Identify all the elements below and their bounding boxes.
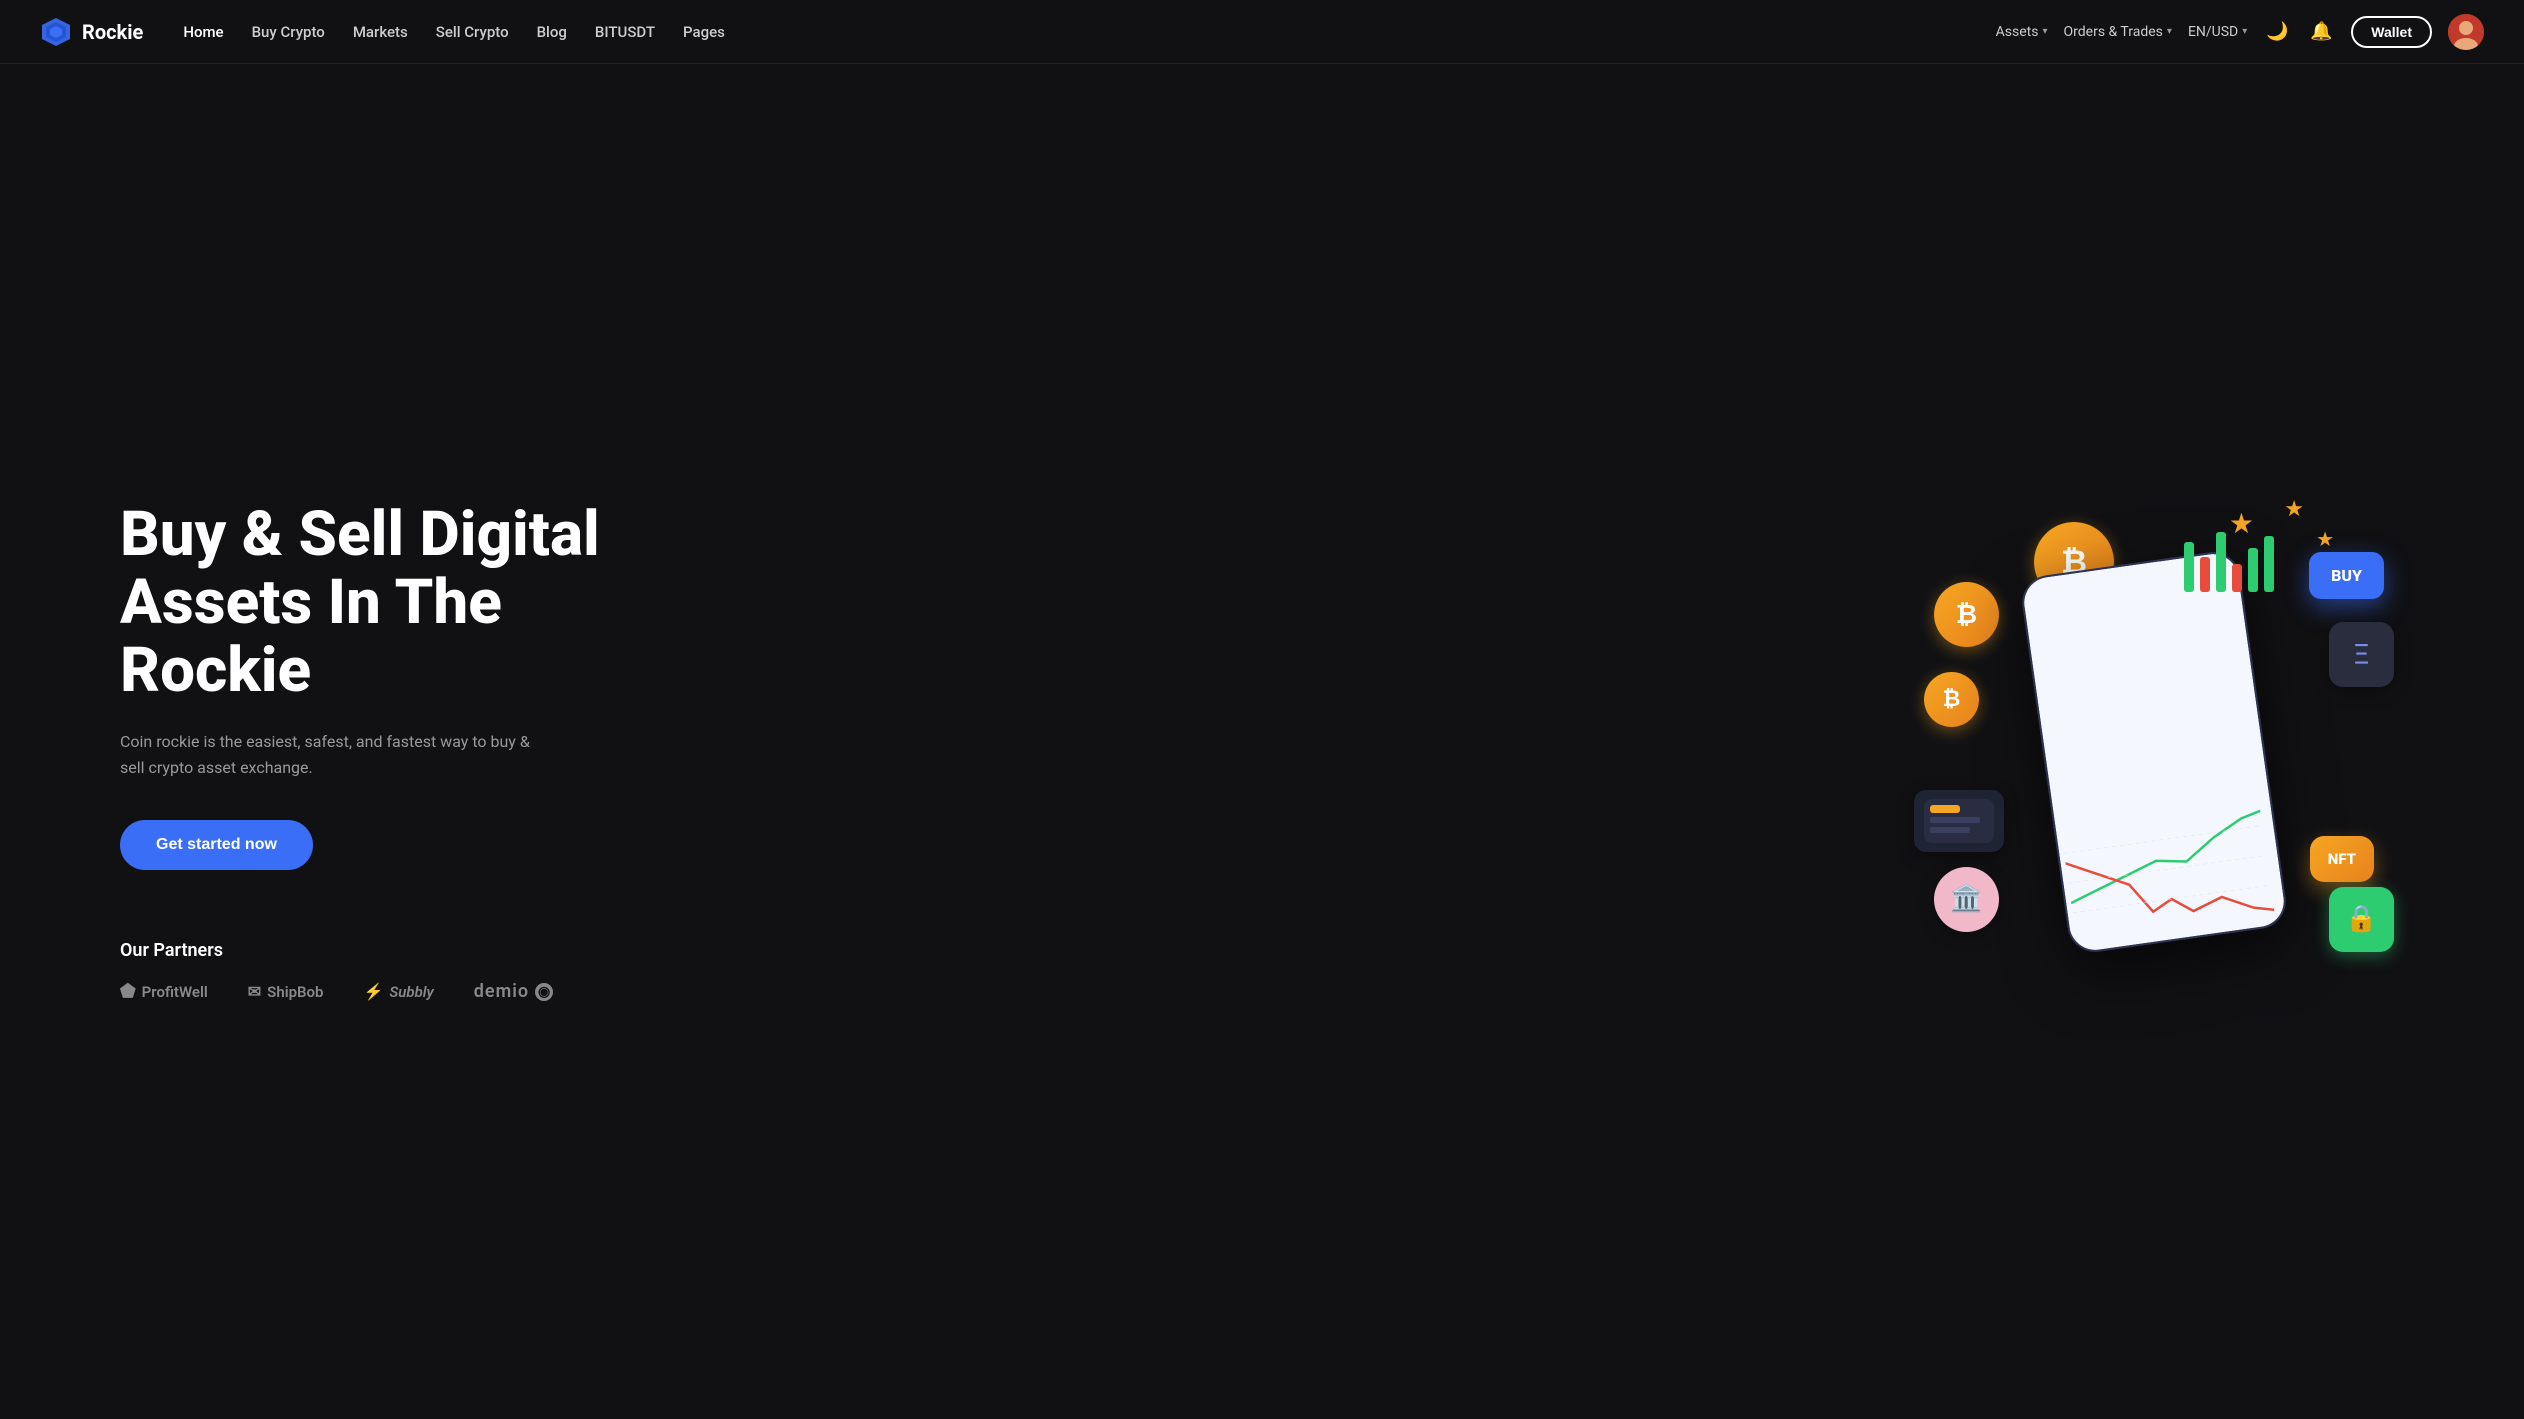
nav-link-home[interactable]: Home (183, 23, 223, 41)
avatar[interactable] (2448, 14, 2484, 50)
wallet-button[interactable]: Wallet (2351, 16, 2432, 48)
logo-icon (40, 16, 72, 48)
bank-card-inner (1924, 799, 1994, 843)
bitcoin-symbol-2: ₿ (1956, 599, 1977, 630)
phone-device (2019, 548, 2290, 955)
nav-link-buy-crypto[interactable]: Buy Crypto (252, 23, 325, 41)
bitcoin-coin-medium: ₿ (1934, 582, 1999, 647)
candle-5 (2248, 548, 2258, 592)
candle-4 (2232, 564, 2242, 592)
candle-3 (2216, 532, 2226, 592)
assets-chevron-icon: ▾ (2042, 26, 2047, 37)
subbly-label: Subbly (389, 983, 433, 1001)
orders-trades-dropdown[interactable]: Orders & Trades ▾ (2064, 24, 2172, 40)
brand-name: Rockie (82, 20, 143, 44)
lock-security-icon: 🔒 (2329, 887, 2394, 952)
bank-card-line-2 (1930, 827, 1970, 833)
nav-link-pages[interactable]: Pages (683, 23, 725, 41)
assets-label: Assets (1996, 24, 2039, 40)
orders-chevron-icon: ▾ (2167, 26, 2172, 37)
nav-link-sell-crypto[interactable]: Sell Crypto (436, 23, 509, 41)
hero-illustration: ★ ★ ★ ₿ ₿ ₿ (1904, 492, 2404, 1012)
nft-card: NFT (2310, 836, 2374, 882)
nav-link-bitusdt[interactable]: BITUSDT (595, 23, 655, 41)
notification-bell-icon[interactable]: 🔔 (2307, 18, 2335, 46)
star-icon-3: ★ (2316, 527, 2334, 551)
demio-label: demio (474, 981, 529, 1002)
partners-logos: ⬟ ProfitWell ✉ ShipBob ⚡ Subbly demio ◉ (120, 981, 680, 1002)
navbar: Rockie Home Buy Crypto Markets Sell Cryp… (0, 0, 2524, 64)
candle-1 (2184, 542, 2194, 592)
assets-dropdown[interactable]: Assets ▾ (1996, 24, 2048, 40)
partner-subbly: ⚡ Subbly (363, 982, 433, 1001)
currency-chevron-icon: ▾ (2242, 26, 2247, 37)
partners-section: Our Partners ⬟ ProfitWell ✉ ShipBob ⚡ Su… (120, 940, 680, 1002)
logo[interactable]: Rockie (40, 16, 143, 48)
subbly-icon: ⚡ (363, 982, 383, 1001)
profitwell-label: ProfitWell (142, 983, 208, 1001)
nav-link-markets[interactable]: Markets (353, 23, 408, 41)
chart-svg (2060, 795, 2275, 942)
hero-subtitle: Coin rockie is the easiest, safest, and … (120, 729, 540, 780)
eth-card: Ξ (2329, 622, 2394, 687)
partner-profitwell: ⬟ ProfitWell (120, 981, 208, 1002)
shipbob-icon: ✉ (248, 982, 261, 1001)
bitcoin-coin-small: ₿ (1924, 672, 1979, 727)
nav-left: Rockie Home Buy Crypto Markets Sell Cryp… (40, 16, 725, 48)
nav-right: Assets ▾ Orders & Trades ▾ EN/USD ▾ 🌙 🔔 … (1996, 14, 2484, 50)
buy-float-button[interactable]: BUY (2309, 552, 2384, 599)
partner-demio: demio ◉ (474, 981, 553, 1002)
currency-label: EN/USD (2188, 24, 2238, 40)
shipbob-label: ShipBob (267, 983, 323, 1001)
eth-symbol: Ξ (2354, 638, 2370, 671)
bank-card (1914, 790, 2004, 852)
partner-shipbob: ✉ ShipBob (248, 982, 324, 1001)
phone-screen (2021, 550, 2287, 952)
profitwell-icon: ⬟ (120, 981, 136, 1002)
candle-6 (2264, 536, 2274, 592)
hero-title: Buy & Sell Digital Assets In The Rockie (120, 501, 680, 706)
bank-card-line (1930, 817, 1980, 823)
bank-card-stripe (1930, 805, 1960, 813)
orders-trades-label: Orders & Trades (2064, 24, 2163, 40)
nav-links: Home Buy Crypto Markets Sell Crypto Blog… (183, 22, 725, 41)
currency-dropdown[interactable]: EN/USD ▾ (2188, 24, 2247, 40)
candlestick-chart (2184, 532, 2274, 592)
demio-icon: ◉ (535, 983, 553, 1001)
hero-content: Buy & Sell Digital Assets In The Rockie … (120, 501, 680, 1003)
hero-section: Buy & Sell Digital Assets In The Rockie … (0, 64, 2524, 1419)
star-icon-2: ★ (2284, 497, 2304, 522)
partners-heading: Our Partners (120, 940, 680, 961)
nav-link-blog[interactable]: Blog (537, 23, 567, 41)
get-started-button[interactable]: Get started now (120, 820, 313, 870)
theme-toggle-icon[interactable]: 🌙 (2263, 18, 2291, 46)
institution-icon: 🏛️ (1934, 867, 1999, 932)
bitcoin-symbol-3: ₿ (1943, 686, 1961, 712)
candle-2 (2200, 557, 2210, 592)
